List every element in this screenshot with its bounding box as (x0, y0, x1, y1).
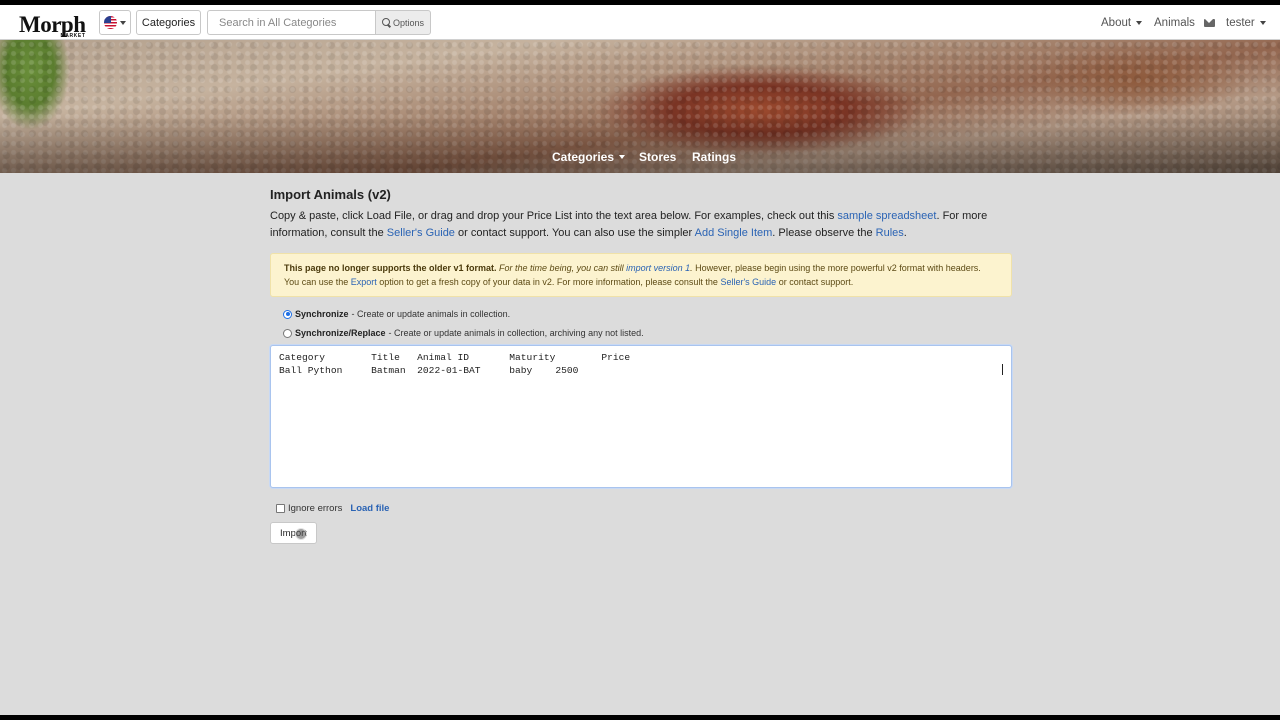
caret-down-icon (619, 155, 626, 159)
synchronize-radio[interactable] (283, 309, 292, 319)
sellers-guide-link[interactable]: Seller's Guide (387, 227, 455, 239)
mouse-pointer (295, 528, 307, 540)
text-cursor (1002, 364, 1003, 375)
synchronize-replace-description: - Create or update animals in collection… (388, 328, 644, 338)
search-options-button[interactable]: Options (375, 10, 431, 35)
import-button[interactable]: Import (270, 522, 317, 544)
v1-deprecation-warning: This page no longer supports the older v… (270, 253, 1012, 297)
caret-down-icon (1136, 20, 1143, 25)
user-name: tester (1226, 16, 1255, 29)
hero-stores-link[interactable]: Stores (639, 147, 676, 167)
top-navbar: Morph MARKET Categories Options About An… (0, 5, 1280, 40)
search-input[interactable] (207, 10, 375, 35)
hero-categories-menu[interactable]: Categories (552, 147, 626, 167)
hero-ratings-link[interactable]: Ratings (692, 147, 736, 167)
page: Morph MARKET Categories Options About An… (0, 5, 1280, 715)
warning-bold: This page no longer supports the older v… (284, 263, 497, 273)
load-file-link[interactable]: Load file (350, 503, 389, 514)
warning-italic: For the time being, you can still import… (499, 263, 693, 273)
messages-link[interactable] (1204, 5, 1215, 40)
sample-spreadsheet-link[interactable]: sample spreadsheet (837, 210, 936, 222)
about-menu[interactable]: About (1101, 5, 1143, 40)
morphmarket-logo[interactable]: Morph MARKET (19, 9, 86, 39)
hero-categories-label: Categories (552, 150, 615, 164)
logo-subtext: MARKET (60, 33, 86, 39)
options-label: Options (392, 17, 425, 28)
synchronize-replace-option[interactable]: Synchronize/Replace - Create or update a… (283, 326, 644, 340)
synchronize-option[interactable]: Synchronize - Create or update animals i… (283, 307, 510, 321)
intro-text-3: or contact support. You can also use the… (454, 227, 695, 239)
warning-text-3: or contact support. (776, 276, 854, 287)
add-single-item-link[interactable]: Add Single Item (695, 227, 773, 239)
animals-link[interactable]: Animals (1154, 5, 1195, 40)
flag-us-icon (104, 16, 117, 29)
import-v1-link[interactable]: import version 1 (626, 263, 690, 273)
intro-text: Copy & paste, click Load File, or drag a… (270, 208, 1012, 242)
export-link[interactable]: Export (351, 277, 377, 287)
search-icon (381, 18, 391, 27)
intro-text-4: . Please observe the (772, 227, 876, 239)
categories-button[interactable]: Categories (136, 10, 201, 35)
intro-text-5: . (903, 227, 907, 239)
country-selector-button[interactable] (99, 10, 131, 35)
synchronize-replace-label: Synchronize/Replace (295, 328, 386, 338)
envelope-icon (1204, 18, 1215, 27)
user-menu[interactable]: tester (1226, 5, 1266, 40)
rules-link[interactable]: Rules (876, 227, 904, 239)
synchronize-description: - Create or update animals in collection… (351, 309, 511, 319)
warning-text-2: option to get a fresh copy of your data … (376, 276, 721, 287)
ignore-errors-checkbox[interactable] (276, 503, 285, 513)
price-list-textarea[interactable]: Category Title Animal ID Maturity Price … (270, 345, 1012, 488)
import-options-row: Ignore errors Load file (276, 501, 389, 515)
about-label: About (1101, 16, 1132, 29)
synchronize-replace-radio[interactable] (283, 328, 292, 338)
caret-down-icon (120, 20, 126, 25)
warning-sellers-guide-link[interactable]: Seller's Guide (720, 277, 776, 287)
page-title: Import Animals (v2) (270, 187, 391, 202)
caret-down-icon (1259, 20, 1266, 25)
ignore-errors-label[interactable]: Ignore errors (288, 503, 342, 514)
intro-text-1: Copy & paste, click Load File, or drag a… (270, 210, 838, 222)
hero-banner: Categories Stores Ratings (0, 40, 1280, 173)
synchronize-label: Synchronize (295, 309, 349, 319)
